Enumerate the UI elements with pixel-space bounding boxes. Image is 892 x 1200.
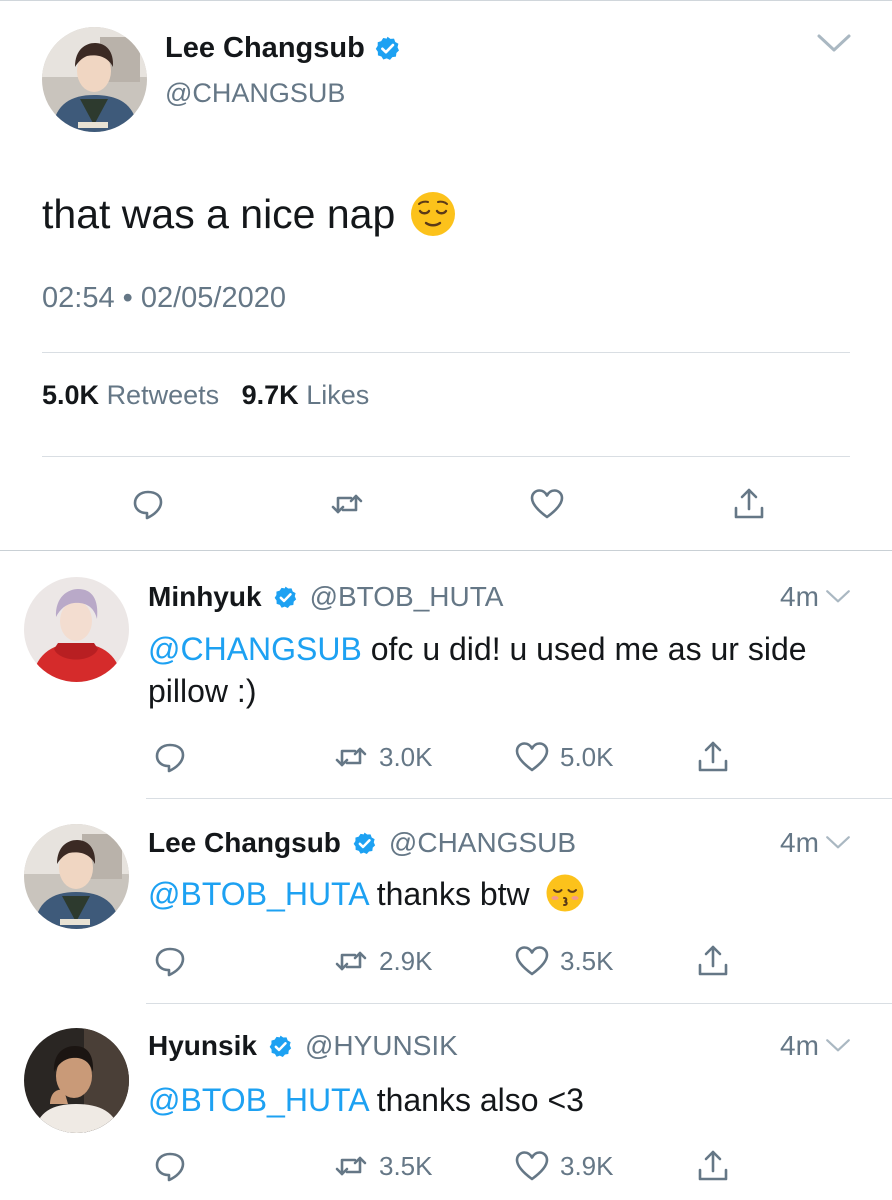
share-icon [695, 739, 731, 775]
chevron-down-icon[interactable] [825, 1037, 851, 1055]
share-button[interactable] [695, 943, 731, 979]
reply-text: @BTOB_HUTA thanks btw [148, 873, 868, 915]
main-tweet-author: Lee Changsub [165, 32, 401, 65]
reply-age: 4m [780, 1030, 851, 1062]
retweets-count: 5.0K [42, 380, 100, 410]
verified-badge-icon [352, 831, 377, 856]
author-name[interactable]: Lee Changsub [165, 32, 365, 65]
heart-icon [514, 1148, 550, 1184]
tweet-timestamp: 02:54 • 02/05/2020 [42, 282, 286, 315]
retweet-button[interactable]: 2.9K [333, 943, 433, 979]
reply-icon[interactable] [130, 486, 166, 522]
share-icon [695, 943, 731, 979]
reply-text-line2: pillow :) [148, 673, 257, 709]
retweet-icon [333, 1148, 369, 1184]
reply-icon [152, 1148, 188, 1184]
timestamp-separator: • [122, 282, 133, 314]
reply-text: @CHANGSUB ofc u did! u used me as ur sid… [148, 628, 868, 712]
retweet-count: 2.9K [379, 945, 433, 976]
mention-link[interactable]: @CHANGSUB [148, 631, 362, 667]
heart-icon[interactable] [529, 486, 565, 522]
like-count: 3.5K [560, 945, 614, 976]
reply-author-name[interactable]: Lee Changsub [148, 827, 341, 859]
tweet-text: that was a nice nap [42, 190, 396, 237]
reply-age: 4m [780, 581, 851, 613]
author-handle[interactable]: @CHANGSUB [165, 78, 345, 109]
avatar-minhyuk[interactable] [24, 577, 129, 682]
reply-button[interactable] [152, 739, 188, 775]
reply-icon [152, 943, 188, 979]
tweet-stats: 5.0K Retweets 9.7K Likes [42, 380, 369, 411]
reply-text: @BTOB_HUTA thanks also <3 [148, 1079, 868, 1121]
retweet-icon [333, 943, 369, 979]
like-count: 5.0K [560, 741, 614, 772]
verified-badge-icon [374, 35, 401, 62]
reply-author-handle[interactable]: @HYUNSIK [305, 1030, 458, 1062]
retweet-count: 3.0K [379, 741, 433, 772]
retweet-count: 3.5K [379, 1150, 433, 1181]
likes-stat[interactable]: 9.7K Likes [242, 380, 370, 410]
likes-count: 9.7K [241, 380, 299, 410]
retweet-button[interactable]: 3.0K [333, 739, 433, 775]
reply-tweet: Minhyuk @BTOB_HUTA 4m @CHANGSUB ofc u di… [0, 551, 892, 798]
reply-header: Lee Changsub @CHANGSUB [148, 827, 576, 859]
avatar-changsub[interactable] [24, 824, 129, 929]
tweet-time: 02:54 [42, 282, 115, 314]
reply-button[interactable] [152, 1148, 188, 1184]
like-button[interactable]: 3.9K [514, 1148, 614, 1184]
like-button[interactable]: 3.5K [514, 943, 614, 979]
tweet-text-row: that was a nice nap [42, 190, 457, 238]
like-count: 3.9K [560, 1150, 614, 1181]
chevron-down-icon[interactable] [825, 834, 851, 852]
mention-link[interactable]: @BTOB_HUTA [148, 1082, 368, 1118]
reply-author-handle[interactable]: @CHANGSUB [389, 827, 576, 859]
likes-label: Likes [306, 380, 370, 410]
reply-icon [152, 739, 188, 775]
tweet-date: 02/05/2020 [140, 282, 287, 314]
share-button[interactable] [695, 1148, 731, 1184]
reply-tweet: Hyunsik @HYUNSIK 4m @BTOB_HUTA thanks al… [0, 1004, 892, 1200]
reply-header: Hyunsik @HYUNSIK [148, 1030, 458, 1062]
like-button[interactable]: 5.0K [514, 739, 614, 775]
share-icon[interactable] [731, 486, 767, 522]
reply-age-text: 4m [780, 1030, 819, 1061]
retweets-stat[interactable]: 5.0K Retweets [42, 380, 219, 410]
reply-author-name[interactable]: Minhyuk [148, 581, 262, 613]
chevron-down-icon[interactable] [825, 588, 851, 606]
heart-icon [514, 739, 550, 775]
divider [42, 352, 850, 353]
relieved-face-emoji-icon [411, 192, 456, 236]
kissing-face-emoji-icon [546, 874, 584, 912]
verified-badge-icon [268, 1034, 293, 1059]
share-icon [695, 1148, 731, 1184]
retweets-label: Retweets [106, 380, 220, 410]
reply-text-content: thanks btw [376, 876, 530, 912]
reply-author-name[interactable]: Hyunsik [148, 1030, 257, 1062]
reply-header: Minhyuk @BTOB_HUTA [148, 581, 503, 613]
verified-badge-icon [273, 585, 298, 610]
reply-author-handle[interactable]: @BTOB_HUTA [310, 581, 504, 613]
retweet-icon[interactable] [329, 486, 365, 522]
divider [42, 456, 850, 457]
heart-icon [514, 943, 550, 979]
retweet-button[interactable]: 3.5K [333, 1148, 433, 1184]
reply-tweet: Lee Changsub @CHANGSUB 4m @BTOB_HUTA tha… [0, 799, 892, 1003]
reply-age-text: 4m [780, 827, 819, 858]
share-button[interactable] [695, 739, 731, 775]
chevron-down-icon[interactable] [816, 32, 852, 56]
reply-age: 4m [780, 827, 851, 859]
reply-age-text: 4m [780, 581, 819, 612]
reply-button[interactable] [152, 943, 188, 979]
retweet-icon [333, 739, 369, 775]
mention-link[interactable]: @BTOB_HUTA [148, 876, 368, 912]
reply-text-content: thanks also <3 [376, 1082, 584, 1118]
main-tweet: Lee Changsub @CHANGSUB that was a nice n… [0, 0, 892, 550]
avatar-changsub[interactable] [42, 27, 147, 132]
reply-text-line1: ofc u did! u used me as ur side [370, 631, 807, 667]
avatar-hyunsik[interactable] [24, 1028, 129, 1133]
